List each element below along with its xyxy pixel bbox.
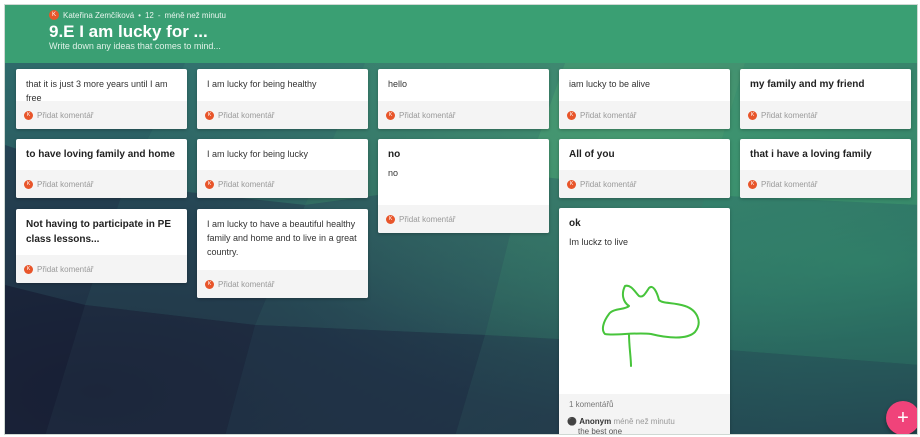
post-card[interactable]: that i have a loving family K Přidat kom… [740,139,911,198]
add-comment[interactable]: K Přidat komentář [378,101,549,129]
author-avatar[interactable]: K [49,10,59,20]
post-title: my family and my friend [750,79,865,90]
add-comment-label: Přidat komentář [37,264,94,274]
post-card[interactable]: my family and my friend K Přidat komentá… [740,69,911,129]
post-title: ok [569,218,581,229]
author-name[interactable]: Kateřina Zemčíková [63,11,134,20]
board-description: Write down any ideas that comes to mind.… [49,41,221,51]
user-avatar: K [205,179,214,189]
add-comment[interactable]: K Přidat komentář [378,205,549,233]
post-title: All of you [569,149,615,160]
post-text: Im luckz to live [569,237,629,247]
post-card[interactable]: that it is just 3 more years until I am … [16,69,187,129]
anonymous-icon: ⚫ [567,417,577,426]
separator-dot: • [138,10,141,20]
add-comment[interactable]: K Přidat komentář [197,170,368,198]
add-comment-label: Přidat komentář [399,214,456,224]
add-comment[interactable]: K Přidat komentář [559,170,730,198]
add-comment-label: Přidat komentář [218,110,275,120]
user-avatar: K [386,214,395,224]
add-comment[interactable]: K Přidat komentář [559,101,730,129]
comment-time: méně než minutu [613,417,675,426]
add-comment-label: Přidat komentář [761,179,818,189]
add-comment-label: Přidat komentář [580,179,637,189]
board-title: 9.E I am lucky for ... [49,22,208,41]
user-avatar: K [567,110,576,120]
separator-dash: - [157,10,161,20]
post-card[interactable]: to have loving family and home K Přidat … [16,139,187,198]
comments-count[interactable]: 1 komentářů [569,400,613,409]
padlet-board: K Kateřina Zemčíková • 12 - méně než min… [4,4,918,435]
add-comment[interactable]: K Přidat komentář [740,170,911,198]
post-title: that i have a loving family [750,149,872,160]
comment-text: the best one [578,427,623,435]
post-card[interactable]: I am lucky to have a beautiful healthy f… [197,209,368,298]
user-avatar: K [24,110,33,120]
drawing-attachment[interactable] [595,274,705,374]
likes-count: 12 [144,10,154,20]
post-text: I am lucky for being lucky [207,149,309,159]
post-card[interactable]: I am lucky for being lucky K Přidat kome… [197,139,368,198]
post-title: no [388,149,401,160]
add-comment-label: Přidat komentář [37,179,94,189]
user-avatar: K [748,110,757,120]
post-text: iam lucky to be alive [569,79,651,89]
user-avatar: K [205,279,214,289]
comment-author: Anonym [579,417,612,426]
add-comment-label: Přidat komentář [580,110,637,120]
add-comment[interactable]: K Přidat komentář [740,101,911,129]
add-comment-label: Přidat komentář [399,110,456,120]
add-comment-label: Přidat komentář [37,110,94,120]
post-title: to have loving family and home [26,149,175,160]
post-text: no [388,168,399,178]
add-comment[interactable]: K Přidat komentář [16,255,187,283]
comment-item: ⚫ Anonym méně než minutu the best one [567,417,675,435]
post-card[interactable]: no no K Přidat komentář [378,139,549,233]
post-title: Not having to participate in PE class le… [26,219,172,245]
post-text: I am lucky to have a beautiful healthy f… [207,219,357,257]
user-avatar: K [748,179,757,189]
add-comment[interactable]: K Přidat komentář [197,270,368,298]
post-card[interactable]: iam lucky to be alive K Přidat komentář [559,69,730,129]
post-card[interactable]: All of you K Přidat komentář [559,139,730,198]
user-avatar: K [205,110,214,120]
post-card-drawing[interactable]: ok Im luckz to live 1 komentářů ⚫ Anonym… [559,208,730,435]
add-post-button[interactable]: + [886,401,917,434]
add-comment[interactable]: K Přidat komentář [16,101,187,129]
post-text: I am lucky for being healthy [207,79,317,89]
user-avatar: K [24,264,33,274]
user-avatar: K [567,179,576,189]
post-text: hello [388,79,408,89]
add-comment-label: Přidat komentář [218,179,275,189]
board-header: K Kateřina Zemčíková • 12 - méně než min… [5,5,917,63]
add-comment[interactable]: K Přidat komentář [197,101,368,129]
add-comment[interactable]: K Přidat komentář [16,170,187,198]
board-meta: K Kateřina Zemčíková • 12 - méně než min… [49,10,226,20]
add-comment-label: Přidat komentář [761,110,818,120]
post-card[interactable]: hello K Přidat komentář [378,69,549,129]
add-comment-label: Přidat komentář [218,279,275,289]
post-card[interactable]: I am lucky for being healthy K Přidat ko… [197,69,368,129]
user-avatar: K [24,179,33,189]
board-time: méně než minutu [164,10,226,20]
post-card[interactable]: Not having to participate in PE class le… [16,209,187,283]
user-avatar: K [386,110,395,120]
